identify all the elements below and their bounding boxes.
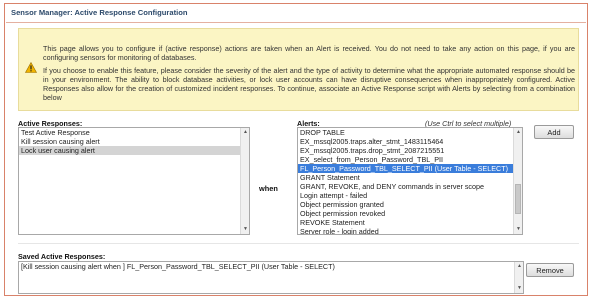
alert-option[interactable]: Server role - login added — [298, 227, 522, 234]
saved-response-option[interactable]: [Kill session causing alert when ] FL_Pe… — [19, 262, 523, 271]
active-response-option[interactable]: Kill session causing alert — [19, 137, 249, 146]
saved-responses-listbox[interactable]: [Kill session causing alert when ] FL_Pe… — [18, 261, 524, 294]
title-divider — [6, 22, 586, 23]
active-responses-scrollbar[interactable]: ▲ ▼ — [240, 128, 249, 234]
scroll-down-icon[interactable]: ▼ — [515, 226, 522, 233]
alert-option[interactable]: REVOKE Statement — [298, 218, 522, 227]
saved-scrollbar[interactable]: ▲ ▼ — [514, 262, 523, 293]
alert-option[interactable]: Login attempt - failed — [298, 191, 522, 200]
config-panel: Sensor Manager: Active Response Configur… — [4, 3, 588, 296]
add-button[interactable]: Add — [534, 125, 574, 139]
alerts-scrollbar[interactable]: ▲ ▼ — [513, 128, 522, 234]
alerts-scroll-thumb[interactable] — [515, 184, 521, 214]
warning-icon — [25, 62, 37, 73]
alert-option[interactable]: DROP TABLE — [298, 128, 522, 137]
scroll-up-icon[interactable]: ▲ — [516, 263, 523, 270]
page-title: Sensor Manager: Active Response Configur… — [11, 8, 188, 17]
alert-option[interactable]: FL_Person_Password_TBL_SELECT_PII (User … — [298, 164, 522, 173]
active-responses-listbox[interactable]: Test Active Response Kill session causing… — [18, 127, 250, 235]
alerts-listbox[interactable]: DROP TABLE EX_mssql2005.traps.alter_stmt_… — [297, 127, 523, 235]
section-divider — [18, 243, 579, 244]
alert-option[interactable]: Object permission revoked — [298, 209, 522, 218]
alert-option[interactable]: Object permission granted — [298, 200, 522, 209]
warning-text-intro: This page allows you to configure if (ac… — [43, 44, 575, 62]
alert-option[interactable]: EX_select_from_Person_Password_TBL_PII — [298, 155, 522, 164]
alert-option[interactable]: GRANT Statement — [298, 173, 522, 182]
scroll-down-icon[interactable]: ▼ — [242, 226, 249, 233]
alert-option[interactable]: EX_mssql2005.traps.alter_stmt_1483115464 — [298, 137, 522, 146]
warning-box: This page allows you to configure if (ac… — [18, 28, 579, 111]
scroll-down-icon[interactable]: ▼ — [516, 285, 523, 292]
remove-button[interactable]: Remove — [526, 263, 574, 277]
scroll-up-icon[interactable]: ▲ — [242, 129, 249, 136]
active-response-option[interactable]: Test Active Response — [19, 128, 249, 137]
saved-responses-label: Saved Active Responses: — [18, 252, 106, 261]
scroll-up-icon[interactable]: ▲ — [515, 129, 522, 136]
warning-text-details: If you choose to enable this feature, pl… — [43, 66, 575, 102]
alert-option[interactable]: GRANT, REVOKE, and DENY commands in serv… — [298, 182, 522, 191]
active-response-option[interactable]: Lock user causing alert — [19, 146, 249, 155]
when-label: when — [259, 184, 278, 193]
alert-option[interactable]: EX_mssql2005.traps.drop_stmt_2087215551 — [298, 146, 522, 155]
